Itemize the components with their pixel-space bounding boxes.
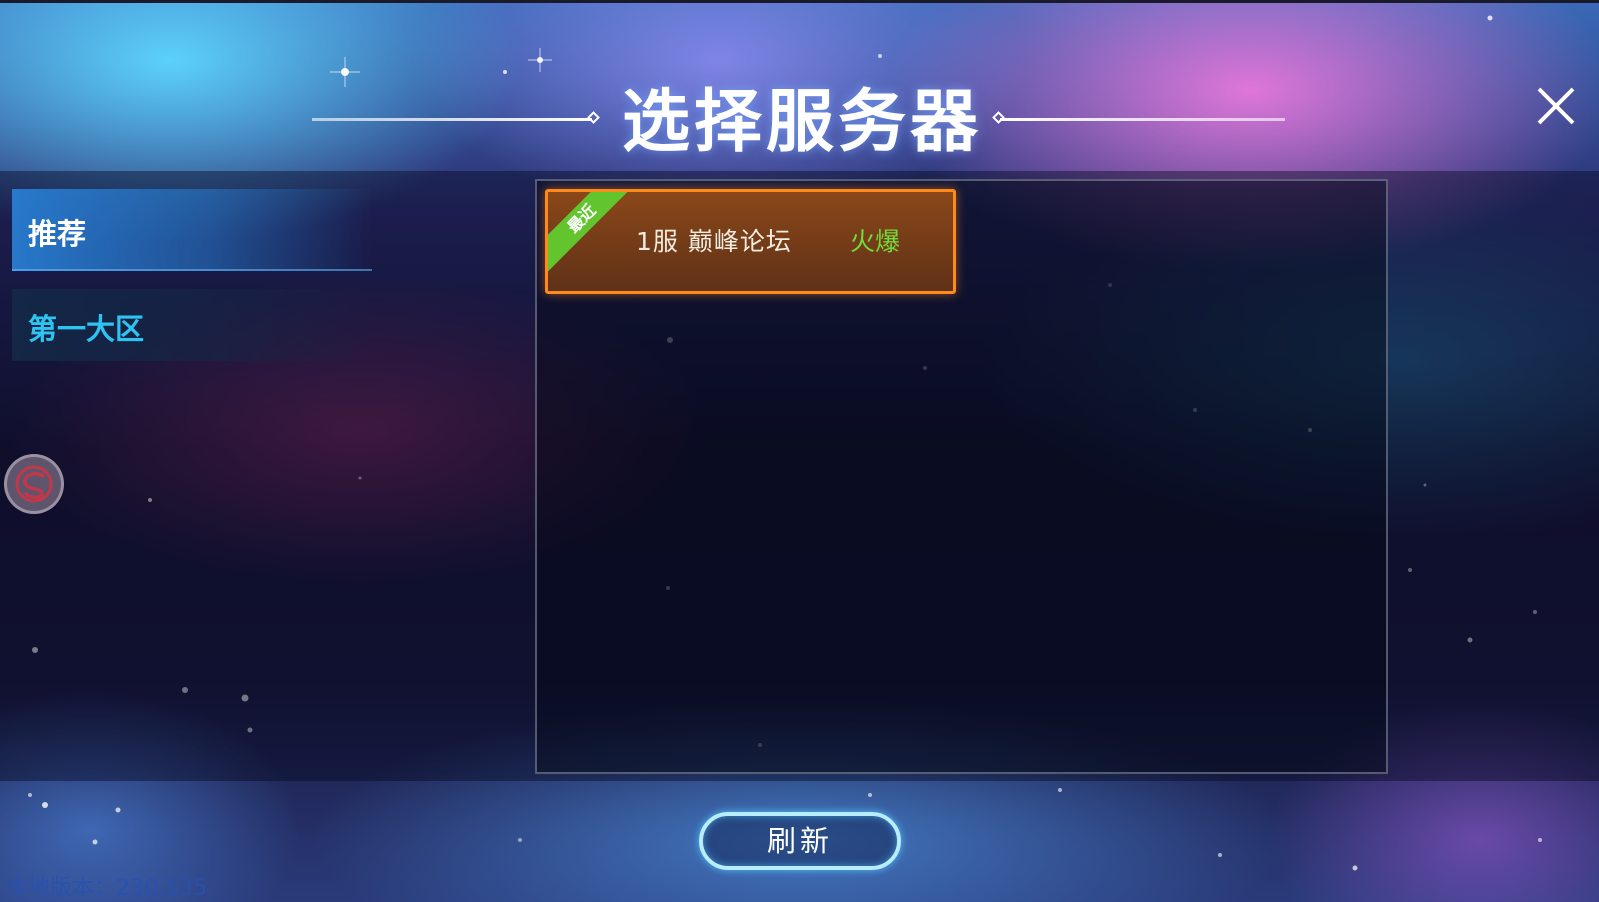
recent-tag: 最近 — [548, 192, 635, 272]
floating-assistant-button[interactable] — [4, 454, 64, 514]
title-decoration-left — [312, 118, 592, 121]
server-select-screen: 选择服务器 推荐 第一大区 最近 1服 巅峰论坛 火爆 刷新 本地版本：230.… — [0, 0, 1599, 902]
refresh-label: 刷新 — [766, 824, 833, 858]
sidebar-item-label: 第一大区 — [28, 312, 145, 346]
close-button[interactable] — [1536, 86, 1576, 126]
refresh-button[interactable]: 刷新 — [699, 812, 901, 870]
local-version-text: 本地版本：230.135 — [6, 876, 207, 901]
sidebar-item-label: 推荐 — [28, 217, 87, 251]
page-title: 选择服务器 — [621, 83, 982, 162]
top-edge — [0, 0, 1599, 3]
title-decoration-right — [1000, 118, 1285, 121]
server-card[interactable]: 最近 1服 巅峰论坛 火爆 — [545, 189, 956, 294]
sidebar-item-region-1[interactable]: 第一大区 — [12, 289, 372, 361]
sidebar-item-recommended[interactable]: 推荐 — [12, 189, 372, 271]
server-name: 1服 巅峰论坛 — [636, 227, 792, 256]
server-status: 火爆 — [850, 227, 901, 256]
close-icon — [1537, 87, 1575, 125]
swirl-logo-icon — [15, 465, 53, 503]
